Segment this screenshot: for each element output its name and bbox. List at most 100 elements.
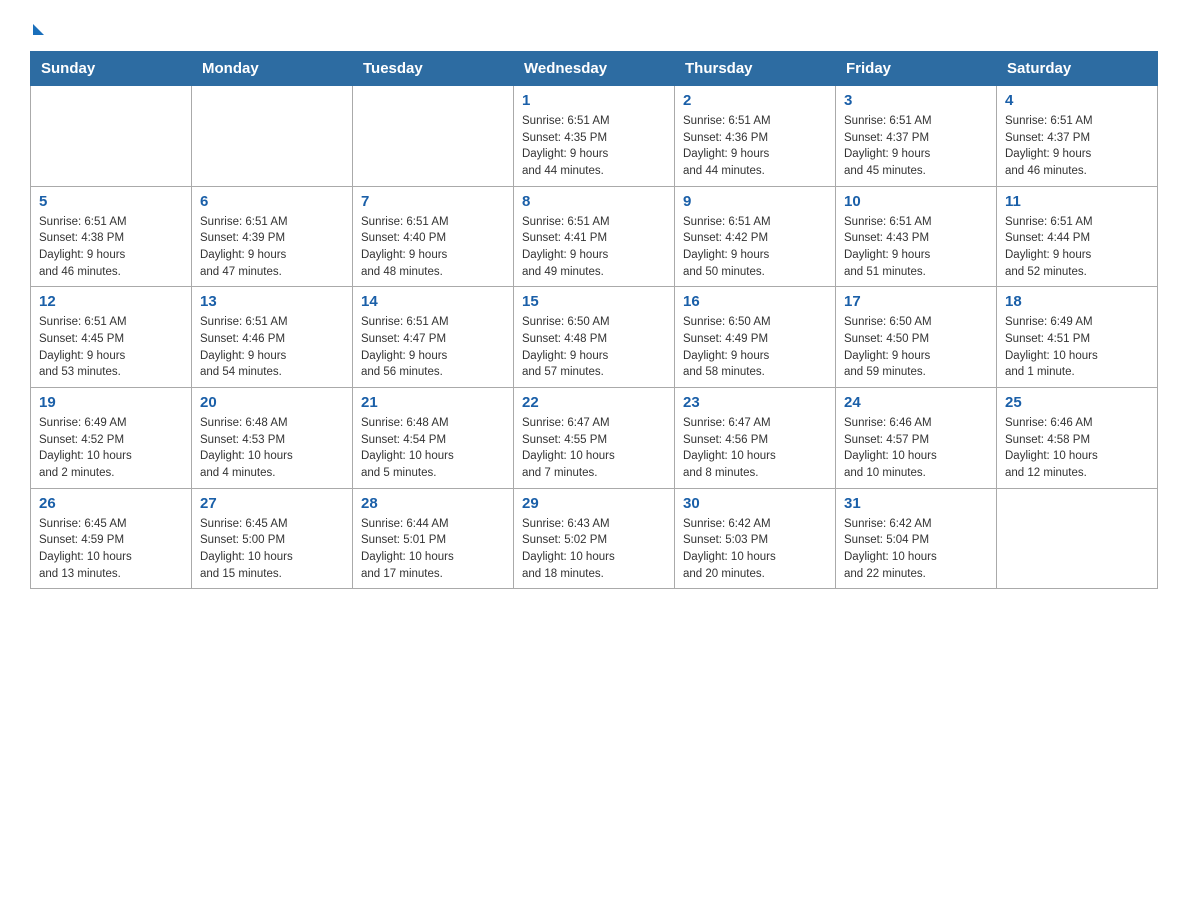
- calendar-cell: 20 Sunrise: 6:48 AM Sunset: 4:53 PM Dayli…: [192, 388, 353, 489]
- calendar-cell: 30 Sunrise: 6:42 AM Sunset: 5:03 PM Dayli…: [675, 488, 836, 589]
- day-info: Sunrise: 6:46 AM Sunset: 4:58 PM Dayligh…: [1005, 415, 1149, 482]
- calendar-cell: 4 Sunrise: 6:51 AM Sunset: 4:37 PM Daylig…: [997, 86, 1158, 187]
- day-number: 7: [361, 193, 505, 210]
- day-number: 30: [683, 495, 827, 512]
- day-number: 31: [844, 495, 988, 512]
- day-info: Sunrise: 6:51 AM Sunset: 4:44 PM Dayligh…: [1005, 214, 1149, 281]
- calendar-cell: 15 Sunrise: 6:50 AM Sunset: 4:48 PM Dayli…: [514, 287, 675, 388]
- calendar-week-2: 5Sunrise: 6:51 AM Sunset: 4:38 PM Daylig…: [31, 186, 1158, 287]
- calendar-cell: 28 Sunrise: 6:44 AM Sunset: 5:01 PM Dayli…: [353, 488, 514, 589]
- day-number: 1: [522, 92, 666, 109]
- calendar-cell: 23Sunrise: 6:47 AM Sunset: 4:56 PM Dayli…: [675, 388, 836, 489]
- day-number: 19: [39, 394, 183, 411]
- logo-triangle-icon: [33, 24, 44, 35]
- calendar-cell: [997, 488, 1158, 589]
- day-number: 6: [200, 193, 344, 210]
- calendar-cell: 13Sunrise: 6:51 AM Sunset: 4:46 PM Dayli…: [192, 287, 353, 388]
- calendar-cell: 5Sunrise: 6:51 AM Sunset: 4:38 PM Daylig…: [31, 186, 192, 287]
- day-number: 24: [844, 394, 988, 411]
- calendar-cell: 7 Sunrise: 6:51 AM Sunset: 4:40 PM Daylig…: [353, 186, 514, 287]
- calendar-cell: 6 Sunrise: 6:51 AM Sunset: 4:39 PM Daylig…: [192, 186, 353, 287]
- day-number: 29: [522, 495, 666, 512]
- day-info: Sunrise: 6:50 AM Sunset: 4:50 PM Dayligh…: [844, 314, 988, 381]
- day-number: 26: [39, 495, 183, 512]
- day-number: 18: [1005, 293, 1149, 310]
- calendar-cell: 27 Sunrise: 6:45 AM Sunset: 5:00 PM Dayli…: [192, 488, 353, 589]
- weekday-header-thursday: Thursday: [675, 52, 836, 86]
- day-number: 22: [522, 394, 666, 411]
- calendar-cell: 21Sunrise: 6:48 AM Sunset: 4:54 PM Dayli…: [353, 388, 514, 489]
- calendar-cell: 11 Sunrise: 6:51 AM Sunset: 4:44 PM Dayli…: [997, 186, 1158, 287]
- calendar-cell: 10 Sunrise: 6:51 AM Sunset: 4:43 PM Dayli…: [836, 186, 997, 287]
- calendar-cell: 8 Sunrise: 6:51 AM Sunset: 4:41 PM Daylig…: [514, 186, 675, 287]
- day-number: 5: [39, 193, 183, 210]
- weekday-header-sunday: Sunday: [31, 52, 192, 86]
- calendar-cell: 9 Sunrise: 6:51 AM Sunset: 4:42 PM Daylig…: [675, 186, 836, 287]
- day-number: 12: [39, 293, 183, 310]
- day-info: Sunrise: 6:42 AM Sunset: 5:04 PM Dayligh…: [844, 516, 988, 583]
- day-number: 9: [683, 193, 827, 210]
- day-number: 4: [1005, 92, 1149, 109]
- day-info: Sunrise: 6:51 AM Sunset: 4:37 PM Dayligh…: [1005, 113, 1149, 180]
- day-info: Sunrise: 6:51 AM Sunset: 4:36 PM Dayligh…: [683, 113, 827, 180]
- calendar-cell: [31, 86, 192, 187]
- day-info: Sunrise: 6:46 AM Sunset: 4:57 PM Dayligh…: [844, 415, 988, 482]
- weekday-header-monday: Monday: [192, 52, 353, 86]
- day-info: Sunrise: 6:48 AM Sunset: 4:53 PM Dayligh…: [200, 415, 344, 482]
- weekday-header-saturday: Saturday: [997, 52, 1158, 86]
- day-number: 15: [522, 293, 666, 310]
- day-info: Sunrise: 6:43 AM Sunset: 5:02 PM Dayligh…: [522, 516, 666, 583]
- calendar-cell: 3Sunrise: 6:51 AM Sunset: 4:37 PM Daylig…: [836, 86, 997, 187]
- day-number: 8: [522, 193, 666, 210]
- calendar-cell: 12 Sunrise: 6:51 AM Sunset: 4:45 PM Dayli…: [31, 287, 192, 388]
- calendar-cell: 14 Sunrise: 6:51 AM Sunset: 4:47 PM Dayli…: [353, 287, 514, 388]
- day-info: Sunrise: 6:45 AM Sunset: 5:00 PM Dayligh…: [200, 516, 344, 583]
- logo: [30, 20, 44, 35]
- calendar-cell: 2Sunrise: 6:51 AM Sunset: 4:36 PM Daylig…: [675, 86, 836, 187]
- day-info: Sunrise: 6:48 AM Sunset: 4:54 PM Dayligh…: [361, 415, 505, 482]
- day-info: Sunrise: 6:51 AM Sunset: 4:45 PM Dayligh…: [39, 314, 183, 381]
- day-info: Sunrise: 6:44 AM Sunset: 5:01 PM Dayligh…: [361, 516, 505, 583]
- day-info: Sunrise: 6:49 AM Sunset: 4:51 PM Dayligh…: [1005, 314, 1149, 381]
- day-info: Sunrise: 6:51 AM Sunset: 4:43 PM Dayligh…: [844, 214, 988, 281]
- day-number: 28: [361, 495, 505, 512]
- day-number: 16: [683, 293, 827, 310]
- day-number: 14: [361, 293, 505, 310]
- page-header: [30, 20, 1158, 35]
- day-number: 17: [844, 293, 988, 310]
- day-number: 10: [844, 193, 988, 210]
- day-info: Sunrise: 6:51 AM Sunset: 4:42 PM Dayligh…: [683, 214, 827, 281]
- calendar-cell: 17 Sunrise: 6:50 AM Sunset: 4:50 PM Dayli…: [836, 287, 997, 388]
- calendar-cell: 25Sunrise: 6:46 AM Sunset: 4:58 PM Dayli…: [997, 388, 1158, 489]
- day-number: 27: [200, 495, 344, 512]
- day-info: Sunrise: 6:45 AM Sunset: 4:59 PM Dayligh…: [39, 516, 183, 583]
- calendar-cell: 29 Sunrise: 6:43 AM Sunset: 5:02 PM Dayli…: [514, 488, 675, 589]
- day-info: Sunrise: 6:51 AM Sunset: 4:39 PM Dayligh…: [200, 214, 344, 281]
- calendar-cell: [192, 86, 353, 187]
- calendar-week-1: 1Sunrise: 6:51 AM Sunset: 4:35 PM Daylig…: [31, 86, 1158, 187]
- day-info: Sunrise: 6:51 AM Sunset: 4:37 PM Dayligh…: [844, 113, 988, 180]
- calendar-cell: 1Sunrise: 6:51 AM Sunset: 4:35 PM Daylig…: [514, 86, 675, 187]
- calendar-table: SundayMondayTuesdayWednesdayThursdayFrid…: [30, 51, 1158, 589]
- weekday-header-tuesday: Tuesday: [353, 52, 514, 86]
- calendar-cell: 31 Sunrise: 6:42 AM Sunset: 5:04 PM Dayli…: [836, 488, 997, 589]
- day-info: Sunrise: 6:50 AM Sunset: 4:49 PM Dayligh…: [683, 314, 827, 381]
- day-info: Sunrise: 6:42 AM Sunset: 5:03 PM Dayligh…: [683, 516, 827, 583]
- day-info: Sunrise: 6:47 AM Sunset: 4:56 PM Dayligh…: [683, 415, 827, 482]
- day-info: Sunrise: 6:51 AM Sunset: 4:40 PM Dayligh…: [361, 214, 505, 281]
- calendar-cell: 22 Sunrise: 6:47 AM Sunset: 4:55 PM Dayli…: [514, 388, 675, 489]
- calendar-cell: 16 Sunrise: 6:50 AM Sunset: 4:49 PM Dayli…: [675, 287, 836, 388]
- day-info: Sunrise: 6:51 AM Sunset: 4:41 PM Dayligh…: [522, 214, 666, 281]
- day-info: Sunrise: 6:51 AM Sunset: 4:47 PM Dayligh…: [361, 314, 505, 381]
- day-number: 20: [200, 394, 344, 411]
- calendar-week-3: 12 Sunrise: 6:51 AM Sunset: 4:45 PM Dayli…: [31, 287, 1158, 388]
- calendar-cell: 26 Sunrise: 6:45 AM Sunset: 4:59 PM Dayli…: [31, 488, 192, 589]
- calendar-cell: 24 Sunrise: 6:46 AM Sunset: 4:57 PM Dayli…: [836, 388, 997, 489]
- day-info: Sunrise: 6:50 AM Sunset: 4:48 PM Dayligh…: [522, 314, 666, 381]
- day-info: Sunrise: 6:51 AM Sunset: 4:46 PM Dayligh…: [200, 314, 344, 381]
- day-number: 11: [1005, 193, 1149, 210]
- calendar-week-5: 26 Sunrise: 6:45 AM Sunset: 4:59 PM Dayli…: [31, 488, 1158, 589]
- calendar-week-4: 19Sunrise: 6:49 AM Sunset: 4:52 PM Dayli…: [31, 388, 1158, 489]
- weekday-header-friday: Friday: [836, 52, 997, 86]
- day-info: Sunrise: 6:47 AM Sunset: 4:55 PM Dayligh…: [522, 415, 666, 482]
